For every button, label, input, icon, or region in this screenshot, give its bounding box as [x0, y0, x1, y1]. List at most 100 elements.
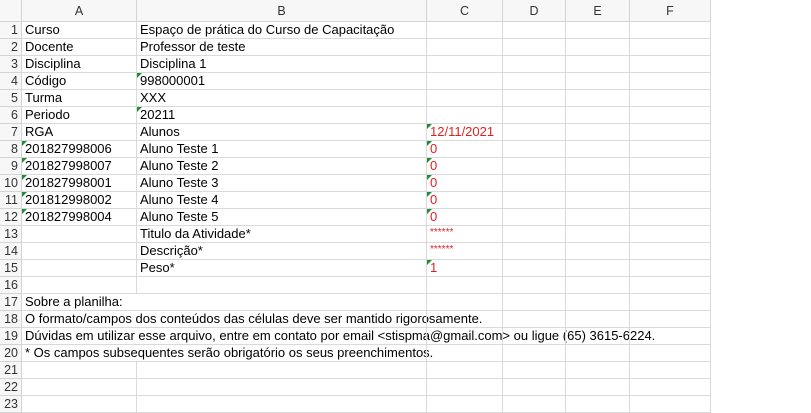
cell-c8[interactable]: 0 [427, 141, 503, 158]
cell-b5[interactable]: XXX [137, 90, 427, 107]
row-header-13[interactable]: 13 [0, 226, 22, 243]
row-header-17[interactable]: 17 [0, 294, 22, 311]
cell-e19[interactable] [566, 328, 630, 345]
row-header-19[interactable]: 19 [0, 328, 22, 345]
cell-b9[interactable]: Aluno Teste 2 [137, 158, 427, 175]
cell-b2[interactable]: Professor de teste [137, 39, 427, 56]
cell-e13[interactable] [566, 226, 630, 243]
cell-f22[interactable] [630, 379, 711, 396]
cell-b21[interactable] [137, 362, 427, 379]
cell-d22[interactable] [503, 379, 566, 396]
cell-d1[interactable] [503, 22, 566, 39]
row-header-12[interactable]: 12 [0, 209, 22, 226]
cell-f3[interactable] [630, 56, 711, 73]
cell-a22[interactable] [22, 379, 137, 396]
cell-a11[interactable]: 201812998002 [22, 192, 137, 209]
cell-b1[interactable]: Espaço de prática do Curso de Capacitaçã… [137, 22, 427, 39]
cell-b18[interactable] [137, 311, 427, 328]
cell-b6[interactable]: 20211 [137, 107, 427, 124]
cell-d8[interactable] [503, 141, 566, 158]
cell-a16[interactable] [22, 277, 137, 294]
column-header-a[interactable]: A [22, 0, 137, 22]
cell-d14[interactable] [503, 243, 566, 260]
cell-e23[interactable] [566, 396, 630, 413]
cell-d2[interactable] [503, 39, 566, 56]
row-header-11[interactable]: 11 [0, 192, 22, 209]
cell-d11[interactable] [503, 192, 566, 209]
cell-f18[interactable] [630, 311, 711, 328]
row-header-18[interactable]: 18 [0, 311, 22, 328]
cell-f2[interactable] [630, 39, 711, 56]
cell-d17[interactable] [503, 294, 566, 311]
row-header-5[interactable]: 5 [0, 90, 22, 107]
cell-c2[interactable] [427, 39, 503, 56]
cell-b20[interactable] [137, 345, 427, 362]
cell-c6[interactable] [427, 107, 503, 124]
cell-c12[interactable]: 0 [427, 209, 503, 226]
row-header-4[interactable]: 4 [0, 73, 22, 90]
row-header-3[interactable]: 3 [0, 56, 22, 73]
cell-e18[interactable] [566, 311, 630, 328]
cell-a5[interactable]: Turma [22, 90, 137, 107]
cell-b7[interactable]: Alunos [137, 124, 427, 141]
cell-d16[interactable] [503, 277, 566, 294]
cell-e8[interactable] [566, 141, 630, 158]
row-header-8[interactable]: 8 [0, 141, 22, 158]
cell-a17[interactable]: Sobre a planilha: [22, 294, 137, 311]
cell-e16[interactable] [566, 277, 630, 294]
cell-e21[interactable] [566, 362, 630, 379]
cell-c14[interactable]: ****** [427, 243, 503, 260]
cell-b15[interactable]: Peso* [137, 260, 427, 277]
cell-f11[interactable] [630, 192, 711, 209]
cell-e20[interactable] [566, 345, 630, 362]
cell-e3[interactable] [566, 56, 630, 73]
cell-f13[interactable] [630, 226, 711, 243]
cell-c1[interactable] [427, 22, 503, 39]
cell-e14[interactable] [566, 243, 630, 260]
cell-b14[interactable]: Descrição* [137, 243, 427, 260]
cell-d4[interactable] [503, 73, 566, 90]
cell-e9[interactable] [566, 158, 630, 175]
cell-a12[interactable]: 201827998004 [22, 209, 137, 226]
cell-b19[interactable] [137, 328, 427, 345]
cell-f19[interactable] [630, 328, 711, 345]
cell-e17[interactable] [566, 294, 630, 311]
column-header-f[interactable]: F [630, 0, 711, 22]
cell-e12[interactable] [566, 209, 630, 226]
cell-f9[interactable] [630, 158, 711, 175]
cell-f10[interactable] [630, 175, 711, 192]
cell-c15[interactable]: 1 [427, 260, 503, 277]
row-header-23[interactable]: 23 [0, 396, 22, 413]
cell-b23[interactable] [137, 396, 427, 413]
cell-f6[interactable] [630, 107, 711, 124]
cell-c19[interactable] [427, 328, 503, 345]
cell-a14[interactable] [22, 243, 137, 260]
cell-d12[interactable] [503, 209, 566, 226]
cell-f4[interactable] [630, 73, 711, 90]
cell-a1[interactable]: Curso [22, 22, 137, 39]
cell-e6[interactable] [566, 107, 630, 124]
cell-d20[interactable] [503, 345, 566, 362]
cell-f17[interactable] [630, 294, 711, 311]
cell-d23[interactable] [503, 396, 566, 413]
cell-d3[interactable] [503, 56, 566, 73]
cell-f15[interactable] [630, 260, 711, 277]
cell-a15[interactable] [22, 260, 137, 277]
cell-b10[interactable]: Aluno Teste 3 [137, 175, 427, 192]
cell-b11[interactable]: Aluno Teste 4 [137, 192, 427, 209]
row-header-22[interactable]: 22 [0, 379, 22, 396]
cell-a18[interactable]: O formato/campos dos conteúdos das célul… [22, 311, 482, 328]
cell-a20[interactable]: * Os campos subsequentes serão obrigatór… [22, 345, 433, 362]
cell-a8[interactable]: 201827998006 [22, 141, 137, 158]
cell-a3[interactable]: Disciplina [22, 56, 137, 73]
cell-f14[interactable] [630, 243, 711, 260]
row-header-20[interactable]: 20 [0, 345, 22, 362]
cell-c5[interactable] [427, 90, 503, 107]
cell-b17[interactable] [137, 294, 427, 311]
cell-f1[interactable] [630, 22, 711, 39]
cell-f21[interactable] [630, 362, 711, 379]
cell-f12[interactable] [630, 209, 711, 226]
cell-d21[interactable] [503, 362, 566, 379]
row-header-14[interactable]: 14 [0, 243, 22, 260]
row-header-21[interactable]: 21 [0, 362, 22, 379]
